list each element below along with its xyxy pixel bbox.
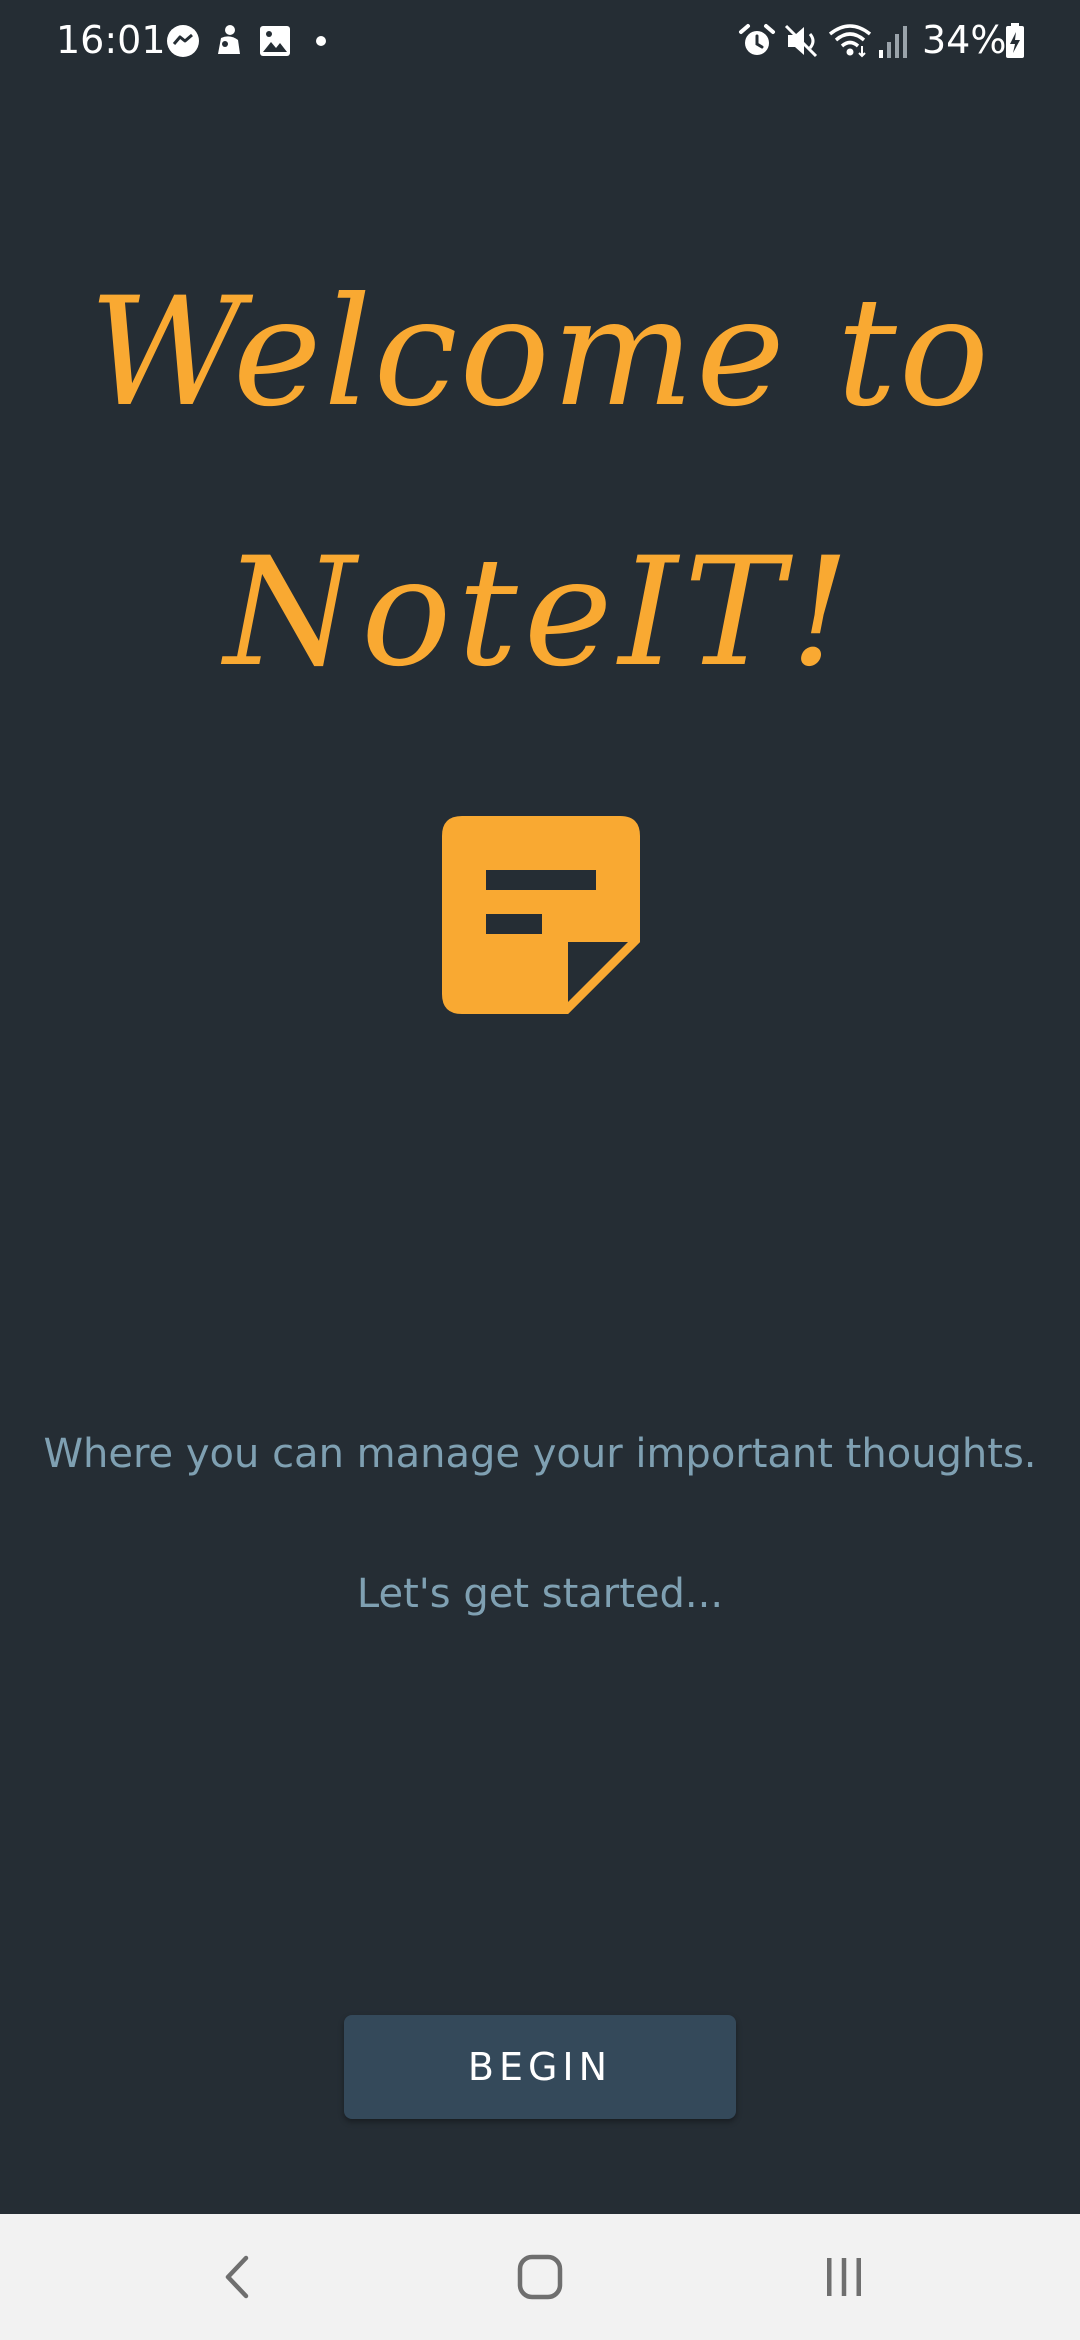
status-time: 16:01 — [56, 18, 166, 62]
home-button[interactable] — [500, 2237, 580, 2317]
welcome-title: Welcome to — [88, 266, 992, 440]
app-name-title: NoteIT! — [223, 526, 857, 700]
back-button[interactable] — [198, 2237, 278, 2317]
wifi-icon — [828, 24, 872, 58]
sticky-note-icon — [442, 816, 640, 1014]
messenger-icon — [167, 25, 199, 57]
mute-icon — [784, 24, 818, 58]
welcome-tagline: Let's get started... — [356, 1571, 724, 1617]
home-icon — [517, 2254, 563, 2300]
app-notification-icon — [218, 25, 240, 54]
status-bar: 16:01 34% — [0, 0, 1080, 82]
battery-percentage: 34% — [922, 18, 1007, 62]
recents-icon — [827, 2258, 861, 2296]
signal-icon — [879, 26, 907, 58]
alarm-icon — [739, 24, 775, 55]
gallery-icon — [260, 26, 290, 56]
back-icon — [225, 2255, 249, 2299]
more-dot-icon — [316, 36, 326, 46]
welcome-subtitle: Where you can manage your important thou… — [43, 1431, 1037, 1477]
battery-charging-icon — [1006, 23, 1024, 58]
begin-button[interactable]: BEGIN — [344, 2015, 736, 2119]
navigation-bar — [0, 2214, 1080, 2340]
recents-button[interactable] — [804, 2237, 884, 2317]
